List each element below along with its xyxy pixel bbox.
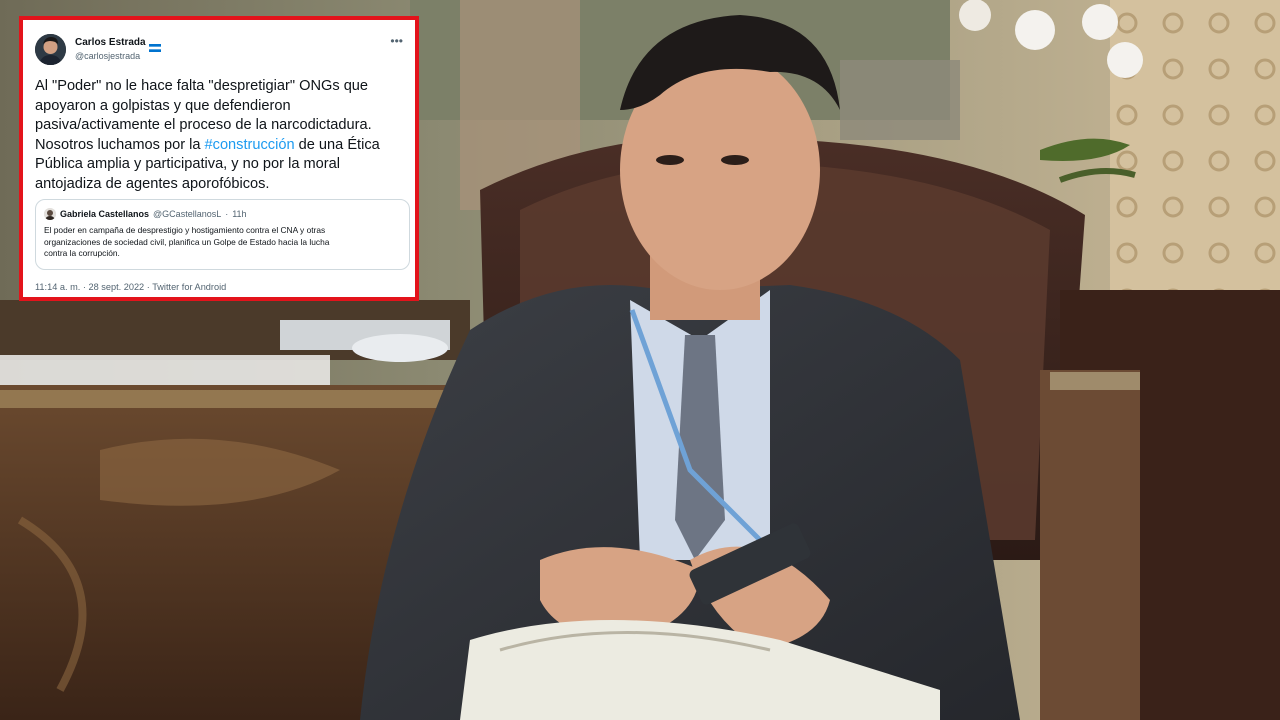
author-avatar[interactable] [35,34,66,65]
separator-dot: · [225,209,229,219]
quoted-author-avatar [44,208,56,220]
tweet-text: Al "Poder" no le hace falta "despretigia… [35,77,407,194]
author-name-row: Carlos Estrada [75,37,161,52]
tweet-card: Carlos Estrada @carlosjestrada ••• Al "P… [23,20,415,297]
tweet-line-with-hashtag: Nosotros luchamos por la #construcción d… [35,136,407,156]
quoted-tweet-text: El poder en campaña de desprestigio y ho… [44,225,404,260]
quoted-tweet[interactable]: Gabriela Castellanos @GCastellanosL · 11… [35,199,410,270]
quoted-tweet-line: organizaciones de sociedad civil, planif… [44,236,330,247]
tweet-text-segment: de una Ética [294,136,380,153]
quoted-author-handle[interactable]: @GCastellanosL [153,209,221,219]
hashtag-link[interactable]: #construcción [205,137,295,153]
tweet-header: Carlos Estrada @carlosjestrada ••• [35,34,403,68]
author-name[interactable]: Carlos Estrada [75,37,146,48]
quoted-tweet-header: Gabriela Castellanos @GCastellanosL · 11… [44,208,247,220]
author-handle[interactable]: @carlosjestrada [75,51,140,61]
avatar-image [35,34,66,65]
papers [0,355,330,385]
tweet-metadata: 11:14 a. m. · 28 sept. 2022 · Twitter fo… [35,282,226,292]
tweet-line: pasiva/activamente el proceso de la narc… [35,117,372,133]
tweet-source[interactable]: Twitter for Android [152,282,226,292]
patterned-wallpaper [1110,0,1280,300]
quoted-tweet-time[interactable]: 11h [232,209,246,219]
separator-dot: · [82,282,86,292]
honduras-flag-icon [148,39,161,52]
tweet-line: Pública amplia y participativa, y no por… [35,156,340,172]
tweet-line: apoyaron a golpistas y que defendieron [35,97,291,114]
quoted-author-name[interactable]: Gabriela Castellanos [60,209,149,219]
tweet-text-segment: Nosotros luchamos por la [35,136,205,153]
quoted-tweet-line: contra la corrupción. [44,248,120,258]
separator-dot: · [146,282,150,292]
tweet-line: Al "Poder" no le hace falta "despretigia… [35,78,369,94]
quoted-tweet-line: El poder en campaña de desprestigio y ho… [44,225,326,235]
cup [352,334,448,362]
more-icon[interactable]: ••• [390,34,403,48]
tweet-screenshot-frame: Carlos Estrada @carlosjestrada ••• Al "P… [19,16,419,301]
tweet-time[interactable]: 11:14 a. m. [35,282,80,292]
tweet-date[interactable]: 28 sept. 2022 [88,282,144,292]
tweet-line: antojadiza de agentes aporofóbicos. [35,175,270,192]
